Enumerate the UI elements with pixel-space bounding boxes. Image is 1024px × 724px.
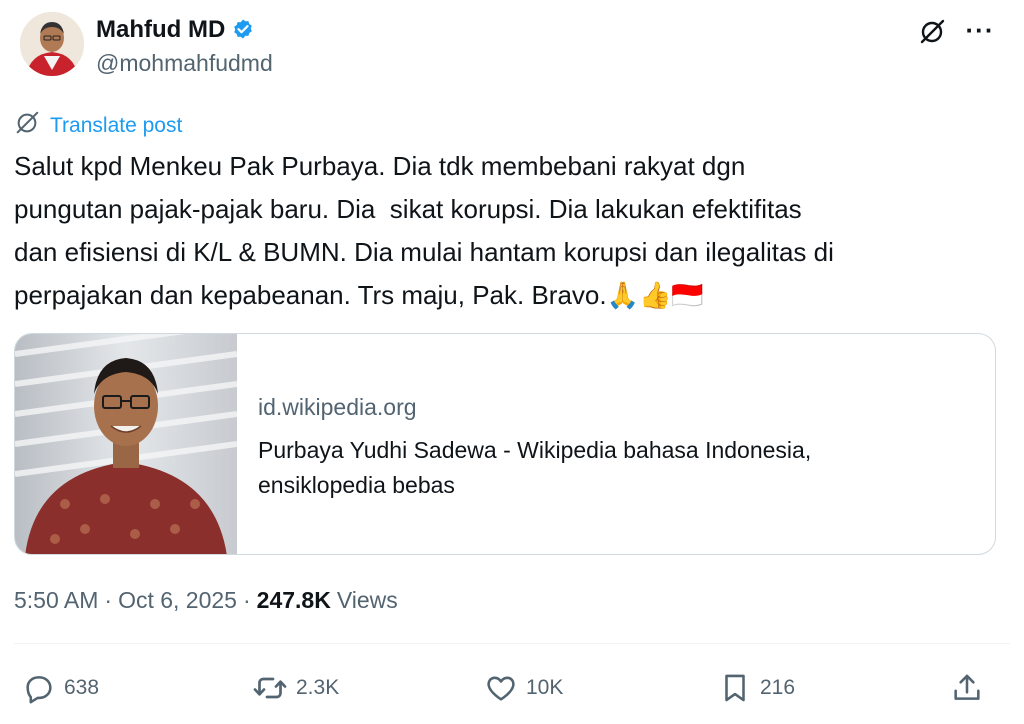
- views-label[interactable]: Views: [337, 587, 398, 614]
- link-preview-card[interactable]: id.wikipedia.org Purbaya Yudhi Sadewa - …: [14, 333, 996, 555]
- action-bar: 638 2.3K 10K 216: [14, 666, 1010, 710]
- more-options-icon[interactable]: ···: [960, 14, 1000, 46]
- views-count[interactable]: 247.8K: [257, 587, 331, 614]
- post-date[interactable]: Oct 6, 2025: [118, 587, 237, 614]
- repost-count: 2.3K: [296, 676, 340, 699]
- link-preview-text[interactable]: id.wikipedia.org Purbaya Yudhi Sadewa - …: [258, 394, 958, 503]
- link-preview-image[interactable]: [15, 334, 237, 554]
- post-time[interactable]: 5:50 AM: [14, 587, 98, 614]
- actions-divider: [14, 643, 1010, 644]
- post-header: Mahfud MD @mohmahfudmd ···: [14, 8, 1010, 80]
- translate-post-label[interactable]: Translate post: [50, 114, 182, 138]
- grok-icon[interactable]: [916, 16, 948, 48]
- reply-button[interactable]: 638: [22, 666, 99, 710]
- reply-icon: [22, 671, 56, 705]
- verified-badge-icon: [231, 18, 255, 42]
- author-avatar[interactable]: [20, 12, 84, 76]
- grok-translate-icon: [14, 110, 40, 141]
- bookmark-button[interactable]: 216: [718, 666, 795, 710]
- bookmark-count: 216: [760, 676, 796, 699]
- author-name-row: Mahfud MD: [96, 16, 255, 44]
- post-text: Salut kpd Menkeu Pak Purbaya. Dia tdk me…: [14, 151, 834, 310]
- heart-icon: [484, 671, 518, 705]
- like-count: 10K: [526, 676, 564, 699]
- reply-count: 638: [64, 676, 100, 699]
- translate-post-link[interactable]: Translate post: [14, 110, 182, 141]
- share-button[interactable]: [950, 666, 984, 710]
- like-button[interactable]: 10K: [484, 666, 563, 710]
- share-icon: [950, 671, 984, 705]
- post-meta: 5:50 AM · Oct 6, 2025 · 247.8K Views: [14, 587, 398, 614]
- link-domain: id.wikipedia.org: [258, 394, 417, 420]
- author-name[interactable]: Mahfud MD: [96, 16, 225, 44]
- link-title: Purbaya Yudhi Sadewa - Wikipedia bahasa …: [258, 437, 812, 498]
- repost-button[interactable]: 2.3K: [252, 666, 339, 710]
- bookmark-icon: [718, 671, 752, 705]
- author-handle[interactable]: @mohmahfudmd: [96, 50, 273, 77]
- meta-separator: ·: [104, 587, 113, 613]
- meta-separator: ·: [242, 587, 251, 613]
- repost-icon: [252, 670, 288, 706]
